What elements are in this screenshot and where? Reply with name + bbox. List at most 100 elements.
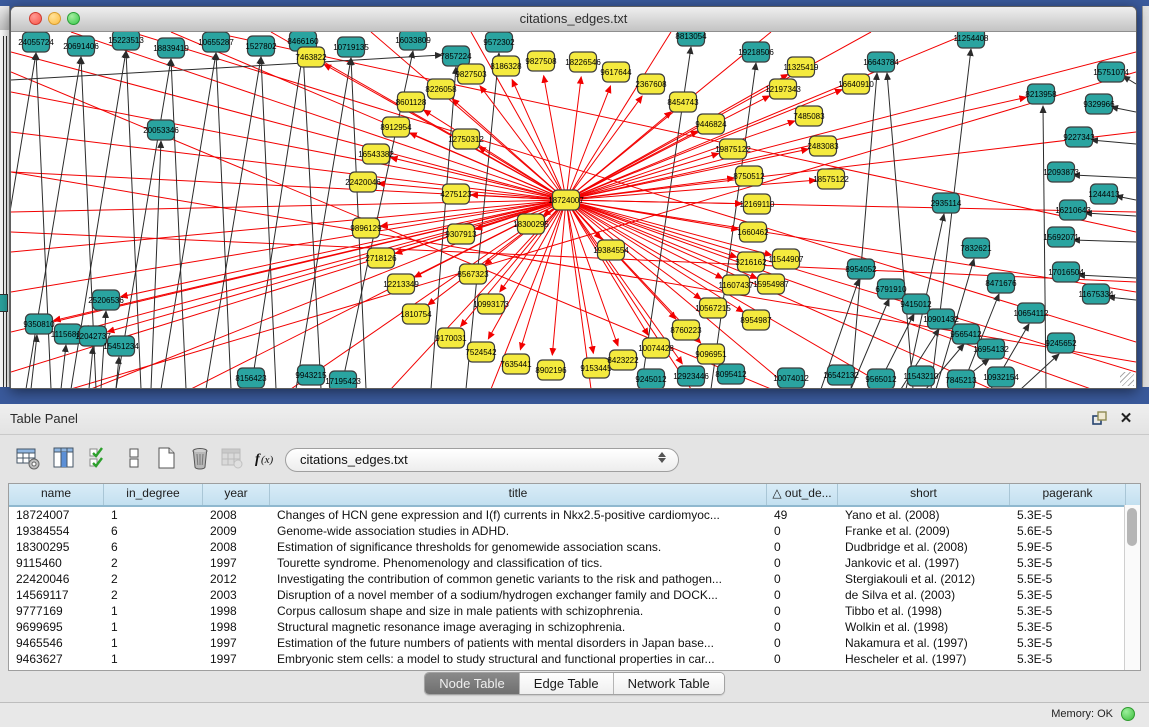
graph-node[interactable]: 8954052 bbox=[845, 259, 877, 279]
table-vertical-scrollbar[interactable] bbox=[1124, 505, 1140, 670]
tab-edge-table[interactable]: Edge Table bbox=[520, 673, 614, 694]
graph-node[interactable]: 10655287 bbox=[198, 32, 234, 52]
graph-node[interactable]: 10074428 bbox=[638, 338, 674, 358]
graph-node[interactable]: 9227343 bbox=[1063, 127, 1095, 147]
table-row[interactable]: 946362711997Embryonic stem cells: a mode… bbox=[9, 651, 1140, 667]
import-table-icon[interactable] bbox=[218, 444, 246, 472]
table-row[interactable]: 911546021997Tourette syndrome. Phenomeno… bbox=[9, 555, 1140, 571]
graph-node[interactable]: 7832621 bbox=[960, 238, 992, 258]
graph-node[interactable]: 2935114 bbox=[931, 193, 962, 213]
graph-node[interactable]: 20053346 bbox=[143, 120, 179, 140]
graph-node[interactable]: 7463822 bbox=[295, 47, 327, 67]
graph-node[interactable]: 24055724 bbox=[18, 32, 54, 52]
column-header-in_degree[interactable]: in_degree bbox=[104, 484, 203, 505]
delete-icon[interactable] bbox=[186, 444, 214, 472]
column-header-name[interactable]: name bbox=[9, 484, 104, 505]
graph-node[interactable]: 9827503 bbox=[455, 64, 487, 84]
graph-node[interactable]: 7857224 bbox=[440, 46, 472, 66]
graph-node[interactable]: 1244413 bbox=[1088, 184, 1120, 204]
graph-node[interactable]: 12093873 bbox=[1043, 162, 1079, 182]
graph-node[interactable]: 8226058 bbox=[425, 79, 457, 99]
column-header-short[interactable]: short bbox=[838, 484, 1010, 505]
graph-node[interactable]: 9565012 bbox=[865, 369, 897, 388]
graph-node[interactable]: 15751074 bbox=[1093, 62, 1129, 82]
graph-node[interactable]: 16033809 bbox=[395, 32, 431, 50]
graph-node[interactable]: 20691406 bbox=[63, 36, 99, 56]
graph-node[interactable]: 8423222 bbox=[607, 350, 639, 370]
graph-node[interactable]: 11675334 bbox=[1079, 284, 1115, 304]
function-builder-icon[interactable]: f(x) bbox=[252, 444, 280, 472]
graph-node[interactable]: 9245652 bbox=[1045, 333, 1077, 353]
column-header-out_de[interactable]: △ out_de... bbox=[767, 484, 838, 505]
graph-node[interactable]: 16640910 bbox=[838, 74, 874, 94]
graph-node[interactable]: 2483083 bbox=[807, 136, 839, 156]
graph-node[interactable]: 8601128 bbox=[396, 92, 427, 112]
tab-network-table[interactable]: Network Table bbox=[614, 673, 724, 694]
table-settings-icon[interactable] bbox=[14, 444, 42, 472]
graph-node[interactable]: 12197343 bbox=[765, 79, 801, 99]
graph-node[interactable]: 11544907 bbox=[769, 249, 805, 269]
graph-node[interactable]: 25206536 bbox=[88, 290, 124, 310]
graph-node[interactable]: 10719135 bbox=[333, 37, 369, 57]
graph-node[interactable]: 8912954 bbox=[380, 117, 412, 137]
graph-node[interactable]: 17016504 bbox=[1048, 262, 1084, 282]
graph-node[interactable]: 19875122 bbox=[715, 139, 751, 159]
graph-node[interactable]: 10993173 bbox=[473, 294, 509, 314]
graph-node[interactable]: 10932154 bbox=[983, 367, 1019, 387]
graph-node[interactable]: 8186328 bbox=[490, 56, 522, 76]
column-header-year[interactable]: year bbox=[203, 484, 270, 505]
graph-node[interactable]: 9446824 bbox=[695, 114, 727, 134]
graph-node[interactable]: 8454743 bbox=[667, 92, 699, 112]
graph-node[interactable]: 12213349 bbox=[383, 274, 419, 294]
graph-node[interactable]: 9170031 bbox=[435, 328, 467, 348]
graph-node[interactable]: 15954987 bbox=[753, 274, 789, 294]
table-row[interactable]: 1456911722003Disruption of a novel membe… bbox=[9, 587, 1140, 603]
graph-node[interactable]: 8567323 bbox=[457, 264, 489, 284]
table-row[interactable]: 969969511998Structural magnetic resonanc… bbox=[9, 619, 1140, 635]
graph-node[interactable]: 11607437 bbox=[719, 275, 755, 295]
graph-node[interactable]: 8760223 bbox=[670, 320, 702, 340]
column-visibility-icon[interactable] bbox=[50, 444, 78, 472]
graph-node[interactable]: 15451234 bbox=[103, 336, 139, 356]
graph-node[interactable]: 6791910 bbox=[875, 279, 907, 299]
graph-node[interactable]: 9827508 bbox=[525, 51, 557, 71]
graph-node[interactable]: 15223513 bbox=[108, 32, 144, 50]
graph-node[interactable]: 16210643 bbox=[1055, 200, 1091, 220]
float-panel-icon[interactable] bbox=[1091, 410, 1109, 428]
graph-node[interactable]: 7635441 bbox=[500, 354, 532, 374]
graph-node[interactable]: 9617644 bbox=[600, 62, 632, 82]
graph-node[interactable]: 10074012 bbox=[773, 368, 809, 388]
graph-node[interactable]: 11254408 bbox=[954, 32, 990, 48]
graph-node[interactable]: 16542132 bbox=[823, 365, 859, 385]
graph-node[interactable]: 9096951 bbox=[695, 344, 727, 364]
graph-node[interactable]: 8213958 bbox=[1025, 84, 1057, 104]
column-header-pagerank[interactable]: pagerank bbox=[1010, 484, 1126, 505]
table-row[interactable]: 977716911998Corpus callosum shape and si… bbox=[9, 603, 1140, 619]
graph-node[interactable]: 8156423 bbox=[235, 368, 267, 388]
graph-node[interactable]: 4275123 bbox=[440, 184, 472, 204]
window-titlebar[interactable]: citations_edges.txt bbox=[11, 7, 1136, 32]
graph-node[interactable]: 3216162 bbox=[735, 252, 767, 272]
network-canvas[interactable]: 24055724 20691406 15223513 18839419 10655287… bbox=[11, 32, 1136, 388]
graph-node[interactable]: 7524542 bbox=[465, 342, 497, 362]
graph-node[interactable]: 9896129 bbox=[350, 218, 382, 238]
column-header-title[interactable]: title bbox=[270, 484, 767, 505]
graph-node[interactable]: 8813054 bbox=[675, 32, 707, 46]
network-graph[interactable]: 24055724 20691406 15223513 18839419 10655287… bbox=[11, 32, 1136, 388]
graph-node[interactable]: 8902196 bbox=[535, 360, 567, 380]
graph-node[interactable]: 19218506 bbox=[738, 42, 774, 62]
graph-node[interactable]: 16954132 bbox=[973, 339, 1009, 359]
graph-node[interactable]: 8471676 bbox=[985, 273, 1017, 293]
graph-node[interactable]: 12923446 bbox=[673, 366, 709, 386]
graph-node[interactable]: 9329966 bbox=[1083, 94, 1115, 114]
graph-node[interactable]: 17195423 bbox=[325, 371, 361, 388]
graph-node[interactable]: 8954987 bbox=[740, 310, 772, 330]
graph-node[interactable]: 9245012 bbox=[635, 369, 667, 388]
select-rows-icon[interactable] bbox=[86, 444, 114, 472]
new-file-icon[interactable] bbox=[152, 444, 180, 472]
graph-node[interactable]: 16543382 bbox=[358, 144, 394, 164]
graph-node[interactable]: 18839419 bbox=[153, 38, 189, 58]
graph-node[interactable]: 2367608 bbox=[635, 74, 667, 94]
graph-node[interactable]: 8750512 bbox=[733, 166, 765, 186]
close-panel-icon[interactable]: ✕ bbox=[1117, 410, 1135, 428]
